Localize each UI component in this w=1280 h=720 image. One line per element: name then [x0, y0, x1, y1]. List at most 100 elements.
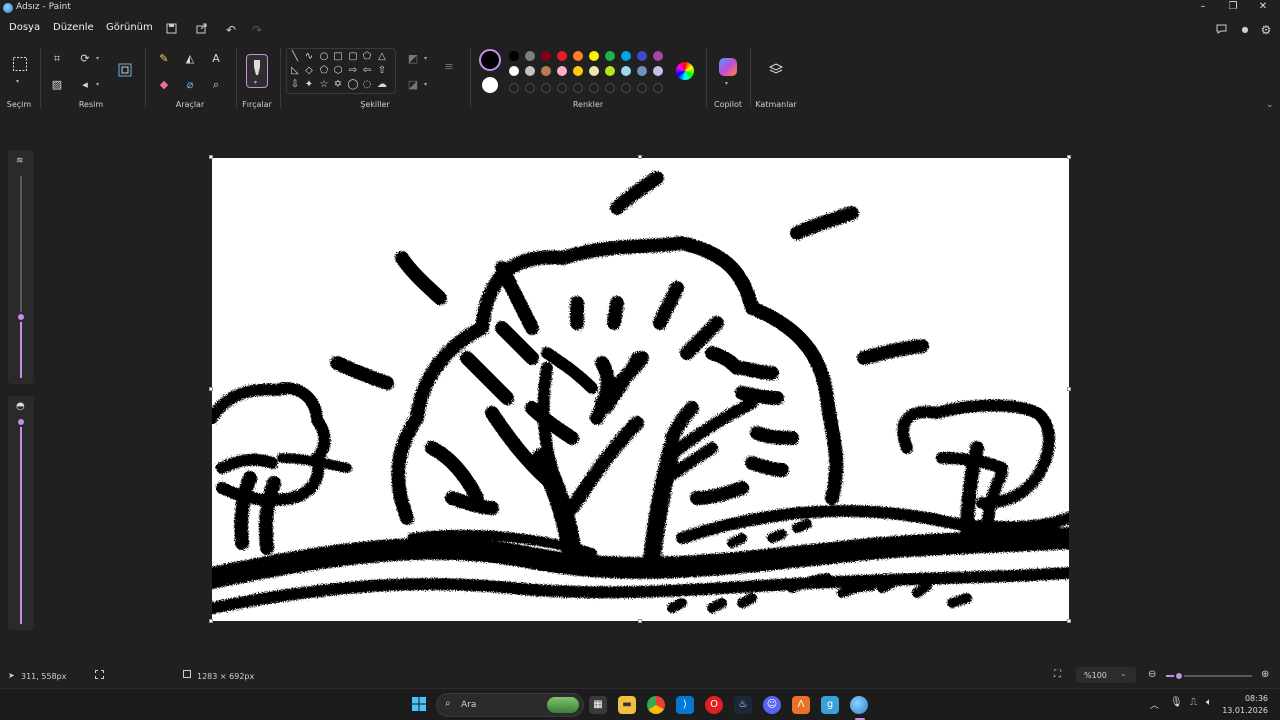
image-remove-background-icon[interactable]: ▨	[48, 76, 66, 94]
selection-rectangle-icon[interactable]	[10, 56, 30, 76]
network-icon[interactable]: ⎍	[1190, 697, 1197, 708]
color-picker-icon[interactable]: ⌀	[181, 76, 199, 94]
custom-color-slot[interactable]	[605, 83, 615, 93]
custom-color-slot[interactable]	[509, 83, 519, 93]
text-icon[interactable]: A	[207, 50, 225, 68]
rotate-chevron-down-icon[interactable]: ▾	[96, 55, 99, 62]
palette-color-swatch[interactable]	[509, 51, 519, 61]
palette-color-swatch[interactable]	[653, 66, 663, 76]
palette-color-swatch[interactable]	[605, 66, 615, 76]
oval-shape-icon[interactable]: ○	[318, 51, 330, 63]
palette-color-swatch[interactable]	[605, 51, 615, 61]
tray-chevron-up-icon[interactable]: ︿	[1150, 698, 1159, 711]
clock-date[interactable]: 13.01.2026	[1218, 706, 1268, 715]
menu-file[interactable]: Dosya	[9, 22, 40, 33]
canvas-resize-handle[interactable]	[209, 387, 213, 391]
ribbon-collapse-chevron-icon[interactable]: ⌄	[1266, 100, 1274, 110]
close-button[interactable]: ✕	[1248, 0, 1278, 16]
file-explorer-icon[interactable]: ▬	[618, 696, 636, 714]
palette-color-swatch[interactable]	[637, 66, 647, 76]
clock-time[interactable]: 08:36	[1224, 694, 1268, 703]
four-point-star-shape-icon[interactable]: ✦	[303, 79, 315, 91]
custom-color-slot[interactable]	[653, 83, 663, 93]
undo-icon[interactable]: ↶	[222, 21, 240, 39]
settings-gear-icon[interactable]: ⚙	[1257, 21, 1275, 39]
right-arrow-shape-icon[interactable]: ⇨	[347, 65, 359, 77]
right-triangle-shape-icon[interactable]: ◺	[289, 65, 301, 77]
maximize-button[interactable]: ❐	[1218, 0, 1248, 16]
task-view-icon[interactable]: ▦	[589, 696, 607, 714]
fill-chevron-down-icon[interactable]: ▾	[424, 81, 427, 88]
flip-chevron-down-icon[interactable]: ▾	[96, 81, 99, 88]
palette-color-swatch[interactable]	[557, 66, 567, 76]
edit-colors-icon[interactable]	[676, 62, 694, 80]
outline-chevron-down-icon[interactable]: ▾	[424, 55, 427, 62]
zoom-slider-knob[interactable]	[1173, 671, 1184, 681]
palette-color-swatch[interactable]	[589, 66, 599, 76]
rotate-icon[interactable]: ⟳	[76, 50, 94, 68]
fit-to-window-icon[interactable]: ⛶	[1054, 669, 1061, 680]
copilot-chevron-down-icon[interactable]: ▾	[725, 80, 728, 87]
crop-icon[interactable]: ⌗	[48, 50, 66, 68]
shape-fill-icon[interactable]: ◪	[404, 76, 422, 94]
magnifier-icon[interactable]: ⌕	[207, 76, 225, 94]
brush-size-slider-knob[interactable]	[16, 312, 26, 323]
canvas-resize-handle[interactable]	[1067, 155, 1071, 159]
opera-icon[interactable]: O	[705, 696, 723, 714]
opacity-slider-knob[interactable]	[16, 417, 26, 427]
palette-color-swatch[interactable]	[557, 51, 567, 61]
resize-icon[interactable]	[116, 62, 134, 80]
diamond-shape-icon[interactable]: ◇	[303, 65, 315, 77]
discord-icon[interactable]: ☺	[763, 696, 781, 714]
primary-color-swatch[interactable]	[479, 49, 501, 71]
custom-color-slot[interactable]	[573, 83, 583, 93]
palette-color-swatch[interactable]	[621, 66, 631, 76]
selection-chevron-down-icon[interactable]: ▾	[16, 78, 19, 85]
zoom-in-icon[interactable]: ⊕	[1261, 669, 1269, 680]
left-arrow-shape-icon[interactable]: ⇦	[361, 65, 373, 77]
shape-outline-icon[interactable]: ◩	[404, 50, 422, 68]
palette-color-swatch[interactable]	[573, 51, 583, 61]
account-icon[interactable]: ●	[1236, 21, 1254, 39]
share-icon[interactable]	[192, 21, 210, 39]
palette-color-swatch[interactable]	[573, 66, 583, 76]
canvas-resize-handle[interactable]	[1067, 619, 1071, 623]
windows-start-icon[interactable]	[410, 696, 428, 714]
canvas-resize-handle[interactable]	[1067, 387, 1071, 391]
brush-chevron-down-icon[interactable]: ▾	[254, 79, 257, 86]
line-shape-icon[interactable]: ╲	[289, 51, 301, 63]
app-g-icon[interactable]: g	[821, 696, 839, 714]
palette-color-swatch[interactable]	[637, 51, 647, 61]
six-point-star-shape-icon[interactable]: ✡	[332, 79, 344, 91]
drawing-canvas[interactable]	[201, 158, 1080, 621]
menu-edit[interactable]: Düzenle	[53, 22, 94, 33]
canvas-resize-handle[interactable]	[209, 155, 213, 159]
custom-color-slot[interactable]	[637, 83, 647, 93]
taskbar-search-box[interactable]: ⌕ Ara	[436, 693, 584, 717]
callout-oval-shape-icon[interactable]: ◌	[361, 79, 373, 91]
copilot-icon[interactable]	[719, 58, 737, 76]
custom-color-slot[interactable]	[541, 83, 551, 93]
custom-color-slot[interactable]	[589, 83, 599, 93]
callout-cloud-shape-icon[interactable]: ☁	[376, 79, 388, 91]
feedback-icon[interactable]	[1212, 21, 1230, 39]
pentagon-shape-icon[interactable]: ⬠	[318, 65, 330, 77]
curve-shape-icon[interactable]: ∿	[303, 51, 315, 63]
save-icon[interactable]	[162, 21, 180, 39]
rounded-rectangle-shape-icon[interactable]: ▢	[347, 51, 359, 63]
polygon-shape-icon[interactable]: ⬠	[361, 51, 373, 63]
callout-round-shape-icon[interactable]: ◯	[347, 79, 359, 91]
custom-color-slot[interactable]	[557, 83, 567, 93]
palette-color-swatch[interactable]	[653, 51, 663, 61]
pencil-icon[interactable]: ✎	[155, 50, 173, 68]
zoom-level-dropdown[interactable]: %100 ⌄	[1076, 667, 1136, 683]
palette-color-swatch[interactable]	[621, 51, 631, 61]
fill-bucket-icon[interactable]: ◭	[181, 50, 199, 68]
palette-color-swatch[interactable]	[541, 51, 551, 61]
eraser-icon[interactable]: ◆	[155, 76, 173, 94]
canvas-resize-handle[interactable]	[209, 619, 213, 623]
canvas-resize-handle[interactable]	[638, 619, 642, 623]
brush-selector-button[interactable]: ▾	[246, 54, 268, 88]
canvas-resize-handle[interactable]	[638, 155, 642, 159]
palette-color-swatch[interactable]	[509, 66, 519, 76]
